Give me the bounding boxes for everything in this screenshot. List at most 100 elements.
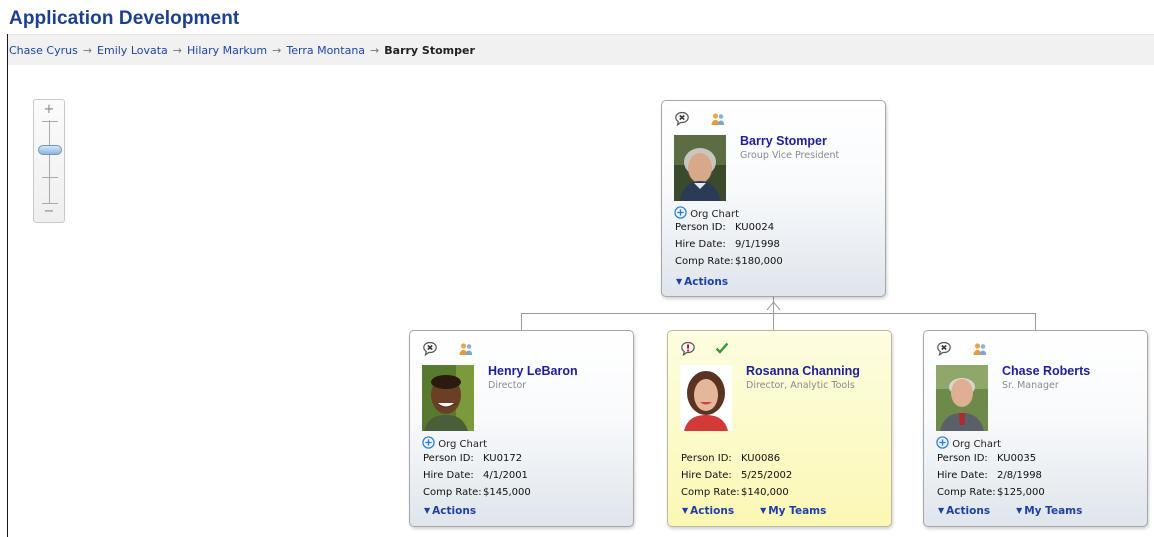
field-label: Person ID: <box>423 453 474 464</box>
team-icon[interactable] <box>972 341 988 357</box>
actions-dropdown[interactable]: ▼ Actions <box>676 276 728 288</box>
field-label: Hire Date: <box>675 239 726 250</box>
zoom-thumb[interactable] <box>38 145 62 155</box>
field-label: Comp Rate: <box>681 487 740 498</box>
chevron-down-icon: ▼ <box>938 506 945 515</box>
connector-line <box>773 313 774 331</box>
card-actions: ▼ Actions <box>424 505 476 517</box>
avatar <box>936 365 988 431</box>
person-card-barry-stomper[interactable]: Barry Stomper Group Vice President Org C… <box>661 100 886 297</box>
comment-x-icon[interactable] <box>936 341 952 357</box>
my-teams-dropdown[interactable]: ▼ My Teams <box>1016 505 1082 517</box>
connector-line <box>521 313 522 331</box>
avatar <box>674 135 726 201</box>
field-person-id: Person ID: KU0172 <box>423 450 531 467</box>
person-title: Group Vice President <box>740 150 840 161</box>
field-value: KU0172 <box>483 453 523 464</box>
chevron-down-icon: ▼ <box>1016 506 1023 515</box>
breadcrumb-link-emily-lovata[interactable]: Emily Lovata <box>97 44 168 57</box>
zoom-out-button[interactable]: − <box>34 204 64 219</box>
person-name-link[interactable]: Rosanna Channing <box>746 364 891 378</box>
breadcrumb-link-chase-cyrus[interactable]: Chase Cyrus <box>9 44 78 57</box>
field-label: Comp Rate: <box>675 256 734 267</box>
org-chart-link[interactable]: Org Chart <box>936 436 1001 450</box>
breadcrumb-link-hilary-markum[interactable]: Hilary Markum <box>187 44 267 57</box>
breadcrumb-current: Barry Stomper <box>384 44 475 57</box>
field-label: Comp Rate: <box>423 487 482 498</box>
field-hire-date: Hire Date: 5/25/2002 <box>681 467 792 484</box>
org-chart-label: Org Chart <box>438 439 488 450</box>
org-chart-icon <box>936 436 949 449</box>
actions-label: Actions <box>690 505 735 517</box>
field-value: 4/1/2001 <box>483 470 528 481</box>
field-value: $140,000 <box>741 487 789 498</box>
field-person-id: Person ID: KU0035 <box>937 450 1045 467</box>
card-actions: ▼ Actions <box>676 276 728 288</box>
actions-dropdown[interactable]: ▼ Actions <box>682 505 734 517</box>
chevron-down-icon: ▼ <box>682 506 689 515</box>
field-value: KU0035 <box>997 453 1037 464</box>
person-card-rosanna-channing[interactable]: Rosanna Channing Director, Analytic Tool… <box>667 330 892 527</box>
field-hire-date: Hire Date: 9/1/1998 <box>675 236 783 253</box>
left-border <box>7 34 8 537</box>
person-title: Director, Analytic Tools <box>746 380 855 391</box>
person-name-link[interactable]: Barry Stomper <box>740 134 885 148</box>
person-name-link[interactable]: Henry LeBaron <box>488 364 633 378</box>
person-card-henry-lebaron[interactable]: Henry LeBaron Director Org Chart Person … <box>409 330 634 527</box>
field-label: Person ID: <box>937 453 988 464</box>
comment-x-icon[interactable] <box>422 341 438 357</box>
connector-caret-icon <box>766 301 781 311</box>
person-details: Person ID: KU0086 Hire Date: 5/25/2002 Com… <box>681 450 792 501</box>
person-name-link[interactable]: Chase Roberts <box>1002 364 1147 378</box>
person-title: Director <box>488 380 527 391</box>
card-actions: ▼ Actions ▼ My Teams <box>682 505 826 517</box>
breadcrumb-arrow-icon: → <box>82 44 93 57</box>
team-icon[interactable] <box>710 111 726 127</box>
comment-alert-icon[interactable] <box>680 341 696 357</box>
connector-line <box>521 313 1036 314</box>
zoom-in-button[interactable]: + <box>34 102 64 117</box>
zoom-slider[interactable]: + − <box>33 99 65 223</box>
actions-dropdown[interactable]: ▼ Actions <box>938 505 990 517</box>
person-details: Person ID: KU0024 Hire Date: 9/1/1998 Comp… <box>675 219 783 270</box>
zoom-tick <box>42 177 58 178</box>
actions-label: Actions <box>432 505 477 517</box>
field-hire-date: Hire Date: 2/8/1998 <box>937 467 1045 484</box>
org-chart-link[interactable]: Org Chart <box>422 436 487 450</box>
field-label: Comp Rate: <box>937 487 996 498</box>
field-value: 5/25/2002 <box>741 470 793 481</box>
breadcrumb-arrow-icon: → <box>272 44 282 57</box>
chevron-down-icon: ▼ <box>760 506 767 515</box>
actions-label: Actions <box>946 505 991 517</box>
org-chart-link[interactable]: Org Chart <box>674 206 739 220</box>
field-value: $180,000 <box>735 256 783 267</box>
field-person-id: Person ID: KU0086 <box>681 450 792 467</box>
actions-dropdown[interactable]: ▼ Actions <box>424 505 476 517</box>
team-icon[interactable] <box>458 341 474 357</box>
comment-x-icon[interactable] <box>674 111 690 127</box>
connector-line <box>1035 313 1036 331</box>
field-hire-date: Hire Date: 4/1/2001 <box>423 467 531 484</box>
zoom-track[interactable] <box>49 120 50 204</box>
check-icon <box>714 341 730 357</box>
org-chart-icon <box>422 436 435 449</box>
breadcrumb-arrow-icon: → <box>172 44 183 57</box>
field-label: Hire Date: <box>937 470 988 481</box>
breadcrumb-link-terra-montana[interactable]: Terra Montana <box>286 44 365 57</box>
person-details: Person ID: KU0172 Hire Date: 4/1/2001 Comp… <box>423 450 531 501</box>
field-label: Hire Date: <box>681 470 732 481</box>
breadcrumb: Chase Cyrus → Emily Lovata → Hilary Markum → T… <box>8 34 1154 65</box>
field-label: Person ID: <box>675 222 726 233</box>
actions-label: Actions <box>684 276 729 288</box>
field-comp-rate: Comp Rate:$140,000 <box>681 484 792 501</box>
field-comp-rate: Comp Rate:$180,000 <box>675 253 783 270</box>
field-value: $145,000 <box>483 487 531 498</box>
my-teams-dropdown[interactable]: ▼ My Teams <box>760 505 826 517</box>
chevron-down-icon: ▼ <box>676 277 683 286</box>
field-value: 9/1/1998 <box>735 239 780 250</box>
field-comp-rate: Comp Rate:$145,000 <box>423 484 531 501</box>
field-label: Person ID: <box>681 453 732 464</box>
my-teams-label: My Teams <box>1024 505 1083 517</box>
person-card-chase-roberts[interactable]: Chase Roberts Sr. Manager Org Chart Pers… <box>923 330 1148 527</box>
field-value: KU0024 <box>735 222 775 233</box>
